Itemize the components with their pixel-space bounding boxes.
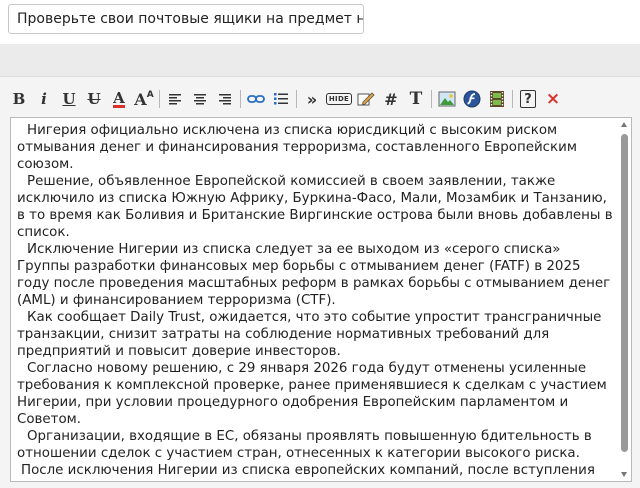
underline-glyph: U <box>62 90 76 108</box>
toolbar-separator <box>159 90 160 108</box>
editor-toolbar: B i U U A AA » HIDE # T ? × <box>8 86 634 112</box>
list-svg <box>274 93 288 105</box>
image-svg <box>438 91 456 107</box>
bold-glyph: B <box>12 90 26 108</box>
italic-glyph: i <box>41 90 47 108</box>
editor-paragraph: Решение, объявленное Европейской комисси… <box>17 174 613 240</box>
editor-paragraph: Нигерия официально исключена из списка ю… <box>17 123 577 172</box>
title-area: Проверьте свои почтовые ящики на предмет… <box>0 0 640 44</box>
editor-paragraph: Согласно новому решению, с 29 января 202… <box>17 361 607 427</box>
hide-icon[interactable]: HIDE <box>325 88 353 110</box>
align-right-svg <box>219 94 231 105</box>
toolbar-separator <box>296 90 297 108</box>
scroll-up-icon[interactable] <box>621 122 627 127</box>
strikethrough-glyph: U <box>87 90 101 108</box>
hash-icon[interactable]: # <box>380 88 402 110</box>
hide-glyph: HIDE <box>325 93 353 105</box>
list-icon[interactable] <box>270 88 292 110</box>
font-size-glyph: A <box>134 89 147 109</box>
strikethrough-icon[interactable]: U <box>83 88 105 110</box>
edit-svg <box>357 92 375 106</box>
help-glyph: ? <box>520 90 536 108</box>
font-size-plus: A <box>146 90 154 100</box>
link-svg <box>247 95 265 103</box>
bold-icon[interactable]: B <box>8 88 30 110</box>
scroll-thumb[interactable] <box>621 134 628 452</box>
font-size-icon[interactable]: AA <box>133 88 155 110</box>
flash-icon[interactable] <box>461 88 483 110</box>
text-format-glyph: T <box>409 89 423 109</box>
editor-paragraph: Исключение Нигерии из списка следует за … <box>17 242 611 308</box>
video-icon[interactable] <box>486 88 508 110</box>
title-input[interactable]: Проверьте свои почтовые ящики на предмет… <box>8 4 364 34</box>
editor-paragraph: Как сообщает Daily Trust, ожидается, что… <box>17 310 602 359</box>
font-color-glyph: A <box>113 88 125 108</box>
toolbar-separator <box>512 90 513 108</box>
align-center-icon[interactable] <box>189 88 211 110</box>
underline-icon[interactable]: U <box>58 88 80 110</box>
edit-icon[interactable] <box>355 88 377 110</box>
video-svg <box>490 91 504 107</box>
scroll-down-icon[interactable] <box>621 472 627 477</box>
editor-textarea[interactable]: Нигерия официально исключена из списка ю… <box>10 117 632 482</box>
italic-icon[interactable]: i <box>33 88 55 110</box>
align-right-icon[interactable] <box>214 88 236 110</box>
editor-scrollbar[interactable] <box>619 120 629 479</box>
toolbar-separator <box>240 90 241 108</box>
quote-icon[interactable]: » <box>301 88 323 110</box>
quote-glyph: » <box>306 89 318 109</box>
font-color-icon[interactable]: A <box>108 88 130 110</box>
text-format-icon[interactable]: T <box>405 88 427 110</box>
page: Проверьте свои почтовые ящики на предмет… <box>0 0 640 488</box>
hash-glyph: # <box>384 89 398 109</box>
image-icon[interactable] <box>436 88 458 110</box>
editor-content: Нигерия официально исключена из списка ю… <box>17 122 613 479</box>
editor-paragraph: После исключения Нигерии из списка европ… <box>21 463 595 478</box>
close-glyph: × <box>545 89 561 109</box>
editor-paragraph: Организации, входящие в ЕС, обязаны проя… <box>17 429 592 461</box>
toolbar-separator <box>431 90 432 108</box>
flash-svg <box>463 90 481 108</box>
close-icon[interactable]: × <box>542 88 564 110</box>
align-left-svg <box>169 94 181 105</box>
align-left-icon[interactable] <box>164 88 186 110</box>
help-icon[interactable]: ? <box>517 88 539 110</box>
align-center-svg <box>194 94 206 105</box>
link-icon[interactable] <box>245 88 267 110</box>
